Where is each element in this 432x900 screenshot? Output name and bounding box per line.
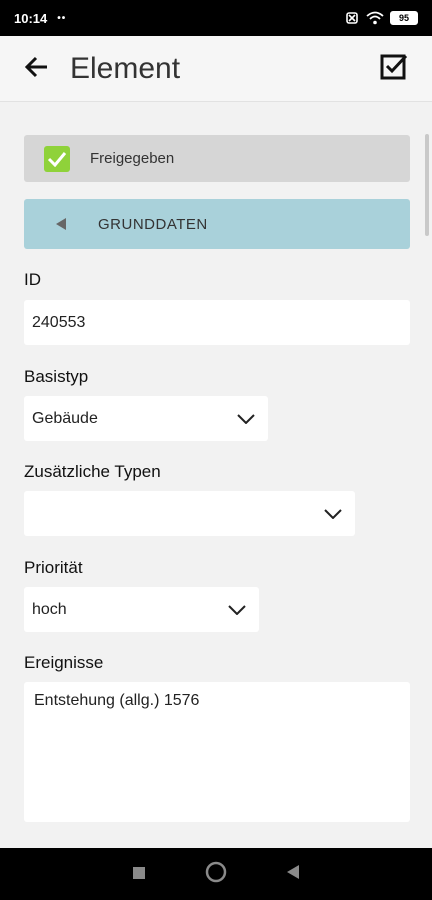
recent-apps-button[interactable] bbox=[119, 854, 159, 894]
nav-back-button[interactable] bbox=[273, 854, 313, 894]
back-button[interactable] bbox=[8, 41, 64, 97]
section-header-grunddaten[interactable]: GRUNDDATEN bbox=[24, 199, 410, 249]
arrow-left-icon bbox=[23, 56, 49, 82]
chevron-down-icon bbox=[236, 413, 256, 425]
page-title: Element bbox=[70, 51, 181, 85]
save-button[interactable] bbox=[366, 41, 422, 97]
id-label: ID bbox=[24, 270, 41, 289]
ereignisse-label: Ereignisse bbox=[24, 653, 104, 672]
id-value: 240553 bbox=[32, 313, 86, 331]
basistyp-value: Gebäude bbox=[32, 409, 98, 427]
basistyp-select[interactable]: Gebäude bbox=[24, 396, 268, 441]
circle-icon bbox=[205, 861, 227, 887]
zusaetzliche-typen-select[interactable] bbox=[24, 491, 355, 536]
battery-icon: 95 bbox=[390, 11, 418, 25]
zusaetzliche-typen-label: Zusätzliche Typen bbox=[24, 462, 161, 481]
home-button[interactable] bbox=[196, 854, 236, 894]
scrollbar[interactable] bbox=[425, 134, 429, 236]
released-checkbox[interactable] bbox=[44, 145, 70, 172]
triangle-back-icon bbox=[286, 864, 300, 884]
prioritaet-value: hoch bbox=[32, 600, 67, 618]
notification-dots: •• bbox=[57, 12, 67, 24]
id-field[interactable]: 240553 bbox=[24, 300, 410, 345]
prioritaet-select[interactable]: hoch bbox=[24, 587, 259, 632]
chevron-down-icon bbox=[323, 508, 343, 520]
basistyp-label: Basistyp bbox=[24, 367, 89, 386]
collapse-triangle-icon bbox=[56, 218, 66, 230]
app-bar: Element bbox=[0, 36, 432, 102]
status-icons: 95 bbox=[344, 11, 418, 25]
ereignisse-value: Entstehung (allg.) 1576 bbox=[34, 692, 200, 709]
chevron-down-icon bbox=[227, 604, 247, 616]
prioritaet-label: Priorität bbox=[24, 558, 83, 577]
wifi-icon bbox=[366, 11, 384, 25]
form-content[interactable]: Freigegeben GRUNDDATEN ID 240553 Basisty… bbox=[0, 102, 432, 848]
released-toggle[interactable]: Freigegeben bbox=[24, 135, 410, 182]
square-icon bbox=[132, 865, 146, 884]
checkbox-checked-icon bbox=[380, 53, 408, 85]
system-nav-bar bbox=[0, 848, 432, 900]
status-bar: 10:14 •• 95 bbox=[0, 0, 432, 36]
vibrate-icon bbox=[344, 12, 360, 24]
released-label: Freigegeben bbox=[90, 150, 175, 167]
ereignisse-textarea[interactable]: Entstehung (allg.) 1576 bbox=[24, 682, 410, 822]
section-label: GRUNDDATEN bbox=[98, 215, 208, 233]
status-time: 10:14 bbox=[14, 10, 48, 26]
